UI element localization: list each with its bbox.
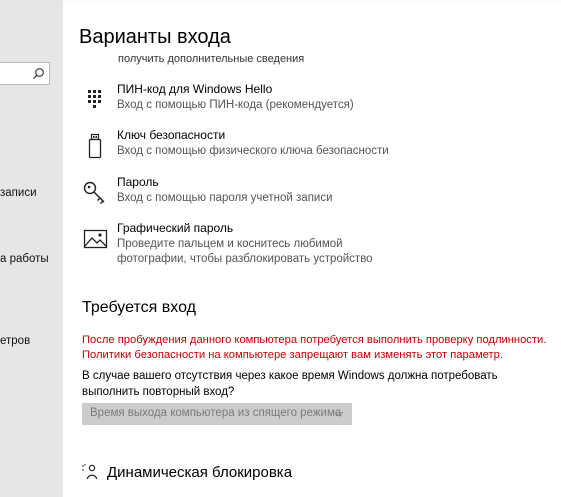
page-title: Варианты входа	[79, 26, 231, 48]
search-input[interactable]	[0, 62, 50, 85]
sidebar-item-accounts[interactable]: записи	[0, 187, 37, 199]
picture-icon	[83, 229, 108, 249]
pin-keypad-icon	[88, 90, 101, 108]
option-description: Вход с помощью ПИН-кода (рекомендуется)	[117, 99, 354, 111]
require-signin-heading: Требуется вход	[82, 299, 196, 316]
option-security-key[interactable]: Ключ безопасности Вход с помощью физичес…	[82, 128, 552, 168]
sidebar: записи а работы етров	[0, 0, 63, 497]
option-password[interactable]: Пароль Вход с помощью пароля учетной зап…	[82, 175, 552, 215]
sidebar-item-work[interactable]: а работы	[0, 253, 49, 265]
policy-warning-line1: После пробуждения данного компьютера пот…	[82, 334, 547, 346]
option-description: Вход с помощью физического ключа безопас…	[117, 145, 389, 157]
require-signin-question: В случае вашего отсутствия через какое в…	[82, 370, 498, 398]
option-picture-password[interactable]: Графический пароль Проведите пальцем и к…	[82, 221, 552, 269]
dynamic-lock-icon	[82, 464, 98, 480]
option-title: Ключ безопасности	[117, 128, 226, 142]
more-info-link[interactable]: получить дополнительные сведения	[118, 53, 304, 65]
search-icon	[33, 68, 44, 79]
option-description: Проведите пальцем и коснитесь любимой фо…	[117, 238, 373, 265]
require-signin-dropdown[interactable]: Время выхода компьютера из спящего режим…	[82, 403, 352, 425]
option-title: ПИН-код для Windows Hello	[117, 82, 273, 96]
policy-warning-line2: Политики безопасности на компьютере запр…	[82, 349, 503, 361]
dynamic-lock-section: Динамическая блокировка	[82, 462, 382, 486]
option-description: Вход с помощью пароля учетной записи	[117, 192, 333, 204]
sidebar-item-settings-sync[interactable]: етров	[0, 335, 30, 347]
option-title: Пароль	[117, 175, 159, 189]
chevron-down-icon	[334, 411, 344, 417]
option-title: Графический пароль	[117, 221, 234, 235]
dropdown-selected-value: Время выхода компьютера из спящего режим…	[90, 407, 342, 419]
dynamic-lock-heading: Динамическая блокировка	[107, 464, 293, 481]
main-content: Варианты входа получить дополнительные с…	[63, 0, 561, 497]
option-pin[interactable]: ПИН-код для Windows Hello Вход с помощью…	[82, 82, 552, 122]
usb-key-icon	[88, 133, 102, 159]
key-icon	[83, 181, 105, 205]
